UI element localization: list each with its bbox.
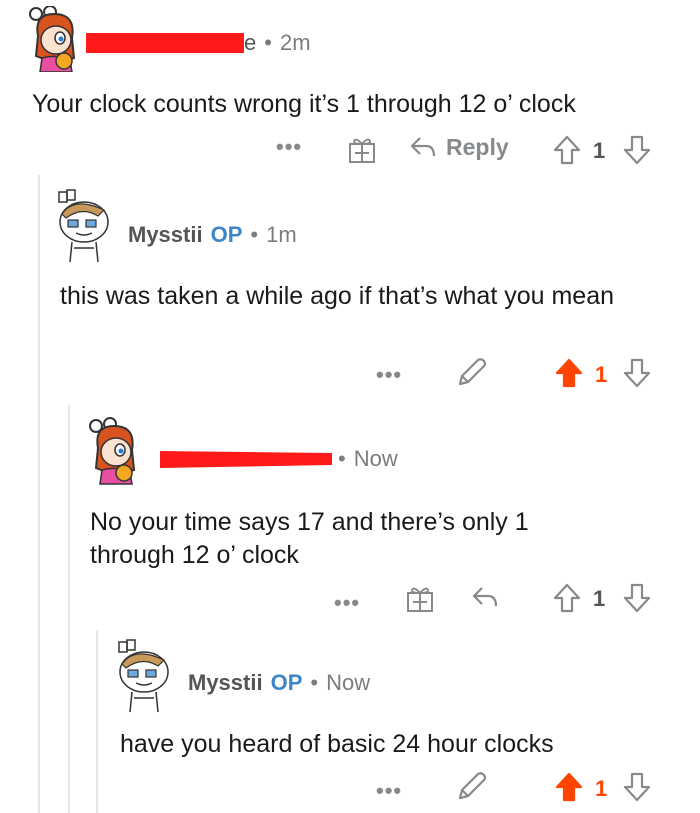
comment-1-author-suffix[interactable]: e [244,30,256,56]
thread-line-3[interactable] [96,630,98,813]
reply-icon[interactable] [470,582,500,612]
comment-4-time[interactable]: Now [326,670,370,696]
reply-button[interactable]: Reply [408,132,509,162]
award-icon[interactable] [405,584,435,614]
thread-line-1[interactable] [38,175,40,813]
comment-4-score: 1 [595,776,608,801]
comment-2-body: this was taken a while ago if that’s wha… [60,282,615,310]
downvote-icon[interactable] [622,134,652,166]
downvote-icon[interactable] [622,771,652,803]
comment-1-body: Your clock counts wrong it’s 1 through 1… [32,90,576,118]
meta-separator: • [338,446,346,471]
comment-2-score: 1 [595,362,608,387]
edit-icon[interactable] [454,770,488,804]
comment-4-body: have you heard of basic 24 hour clocks [120,730,554,758]
edit-icon[interactable] [454,356,488,390]
more-icon[interactable]: ••• [376,778,402,804]
comment-4-author[interactable]: Mysstii [188,670,263,696]
meta-separator: • [250,222,259,247]
award-icon[interactable] [347,135,377,165]
more-icon[interactable]: ••• [276,134,302,160]
meta-separator: • [264,30,272,55]
more-icon[interactable]: ••• [376,362,402,388]
downvote-icon[interactable] [622,357,652,389]
comment-3-body: No your time says 17 and there’s only 1 … [90,508,529,569]
reply-icon [410,137,436,157]
upvote-icon[interactable] [552,134,582,166]
comment-2-author[interactable]: Mysstii [128,222,203,248]
comment-3-score: 1 [593,586,606,611]
comment-1-time[interactable]: 2m [280,30,311,56]
avatar-snoo-icon[interactable] [54,188,112,264]
downvote-icon[interactable] [622,582,652,614]
op-badge: OP [210,222,243,247]
comment-3-meta: • Now [160,446,398,472]
reply-label: Reply [446,133,509,160]
comment-2-time[interactable]: 1m [266,222,297,248]
thread-line-2[interactable] [68,405,70,813]
comment-3-time[interactable]: Now [354,446,398,472]
meta-separator: • [310,670,319,695]
avatar-girl-icon[interactable] [84,415,144,487]
comment-1-score: 1 [593,138,606,163]
avatar-girl-icon[interactable] [24,6,84,72]
op-badge: OP [270,670,303,695]
comment-1-meta: e • 2m [86,30,311,56]
comment-2-meta: Mysstii OP • 1m [128,222,297,248]
more-icon[interactable]: ••• [334,590,360,616]
upvote-icon[interactable] [554,771,584,803]
username-redaction [86,33,244,53]
upvote-icon[interactable] [554,357,584,389]
username-redaction [160,451,332,468]
avatar-snoo-icon[interactable] [114,638,172,714]
upvote-icon[interactable] [552,582,582,614]
comment-4-meta: Mysstii OP • Now [188,670,370,696]
